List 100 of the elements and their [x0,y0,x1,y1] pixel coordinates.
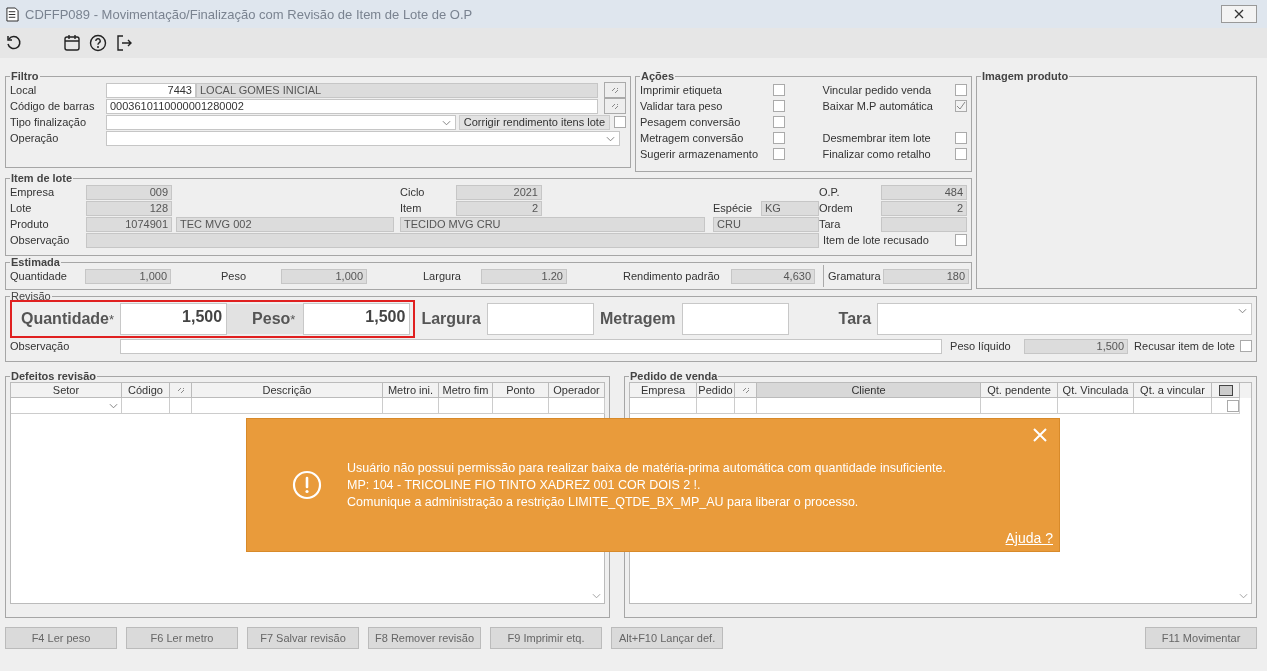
revision-field[interactable] [681,303,789,335]
alert-message: Usuário não possui permissão para realizar baixa de matéria-prima automática com quantidade insuficiente. MP: 104 - TRICOLINE FIO TINTO XADREZ 001 COR DOIS 2 !. Comunique a administração a restrição LIMITE_QTDE_BX_MP_AU para liberar o processo. [347,460,946,511]
production-order-field: 484 [881,184,967,200]
checkbox[interactable] [955,148,967,160]
column-header[interactable] [170,383,192,398]
exit-icon[interactable] [115,34,133,52]
close-button[interactable] [1221,5,1257,23]
revision-field[interactable]: 1,500 [303,303,411,335]
document-icon [6,6,19,22]
checkbox[interactable] [955,132,967,144]
section-title: Revisão [10,290,52,302]
scroll-down-icon[interactable] [1239,593,1248,599]
species-field: KG [761,200,819,216]
refresh-icon[interactable] [5,34,23,52]
checkbox[interactable] [955,100,967,112]
column-header[interactable]: Pedido [697,383,735,398]
column-header[interactable]: Operador [549,383,605,398]
column-header[interactable]: Cliente [757,383,981,398]
checkbox-label: Imprimir etiqueta [640,84,722,96]
field-label: Tara [819,218,842,230]
field-label: Rendimento padrão [623,270,721,282]
checkbox-label: Corrigir rendimento itens lote [458,114,610,130]
finalization-type-dropdown[interactable] [106,114,456,130]
table-cell[interactable] [630,398,697,414]
table-cell[interactable] [549,398,605,414]
checkbox[interactable] [955,234,967,246]
checkbox[interactable] [955,84,967,96]
close-icon [1234,9,1244,19]
checkbox[interactable] [772,116,785,128]
warning-icon [292,470,322,500]
column-header[interactable]: Metro fim [439,383,493,398]
checkbox[interactable] [614,116,626,128]
operation-dropdown[interactable] [106,130,620,146]
table-cell[interactable] [11,398,122,414]
estimate-field: 1.20 [481,268,567,284]
checkbox[interactable] [772,84,785,96]
observation-field[interactable] [120,338,943,354]
table-cell[interactable] [1058,398,1134,414]
field-label: Ciclo [400,186,426,198]
checkbox[interactable] [1240,340,1252,352]
table-cell[interactable] [383,398,439,414]
product-description-field: TECIDO MVG CRU [400,216,705,232]
field-label: Local [10,84,38,96]
calendar-icon[interactable] [63,34,81,52]
table-cell[interactable] [697,398,735,414]
column-header[interactable]: Empresa [630,383,697,398]
section-title: Estimada [10,256,61,268]
checkbox[interactable] [772,100,785,112]
local-code-field[interactable]: 7443 [106,82,196,98]
column-header[interactable]: Ponto [493,383,549,398]
column-header[interactable]: Qt. pendente [981,383,1058,398]
column-header[interactable]: Metro ini. [383,383,439,398]
product-name-field: TEC MVG 002 [176,216,394,232]
table-cell[interactable] [493,398,549,414]
scroll-down-icon[interactable] [592,593,601,599]
column-header[interactable]: Código [122,383,170,398]
dropdown-icon[interactable] [109,402,118,409]
lookup-icon [740,386,751,394]
field-label: Quantidade* [20,310,116,328]
field-label: Tara [837,310,873,328]
select-all-button[interactable] [1212,383,1240,398]
table-cell[interactable] [170,398,192,414]
column-header[interactable]: Setor [11,383,122,398]
cycle-field: 2021 [456,184,542,200]
barcode-field[interactable]: 0003610110000001280002 [106,98,598,114]
field-label: Largura [420,310,482,328]
checkbox-label: Metragem conversão [640,132,744,144]
field-label: Empresa [10,186,56,198]
table-cell[interactable] [192,398,383,414]
section-title: Defeitos revisão [10,370,97,382]
revision-field[interactable] [486,303,594,335]
column-header[interactable]: Qt. a vincular [1134,383,1212,398]
help-icon[interactable] [89,34,107,52]
checkbox-label: Finalizar como retalho [822,148,931,160]
section-title: Ações [640,70,676,82]
order-field: 2 [881,200,967,216]
table-cell[interactable] [735,398,757,414]
net-weight-field: 1,500 [1024,338,1129,354]
estimate-field: 1,000 [85,268,171,284]
table-cell[interactable] [1134,398,1212,414]
revision-field[interactable]: 1,500 [120,303,228,335]
table-cell[interactable] [122,398,170,414]
close-icon[interactable] [1033,428,1047,442]
table-cell[interactable] [981,398,1058,414]
field-label: Operação [10,132,60,144]
checkbox-label: Sugerir armazenamento [640,148,758,160]
lookup-icon [175,386,186,394]
dropdown-icon [441,119,451,126]
column-header[interactable]: Qt. Vinculada [1058,383,1134,398]
table-cell[interactable] [439,398,493,414]
checkbox[interactable] [1227,399,1239,412]
column-header[interactable]: Descrição [192,383,383,398]
checkbox[interactable] [772,148,785,160]
checkbox[interactable] [772,132,785,144]
lookup-button[interactable] [604,98,626,114]
company-field: 009 [86,184,172,200]
tare-dropdown[interactable] [877,303,1252,335]
table-cell[interactable] [757,398,981,414]
lookup-button[interactable] [604,82,626,98]
table-cell[interactable] [1212,398,1240,414]
